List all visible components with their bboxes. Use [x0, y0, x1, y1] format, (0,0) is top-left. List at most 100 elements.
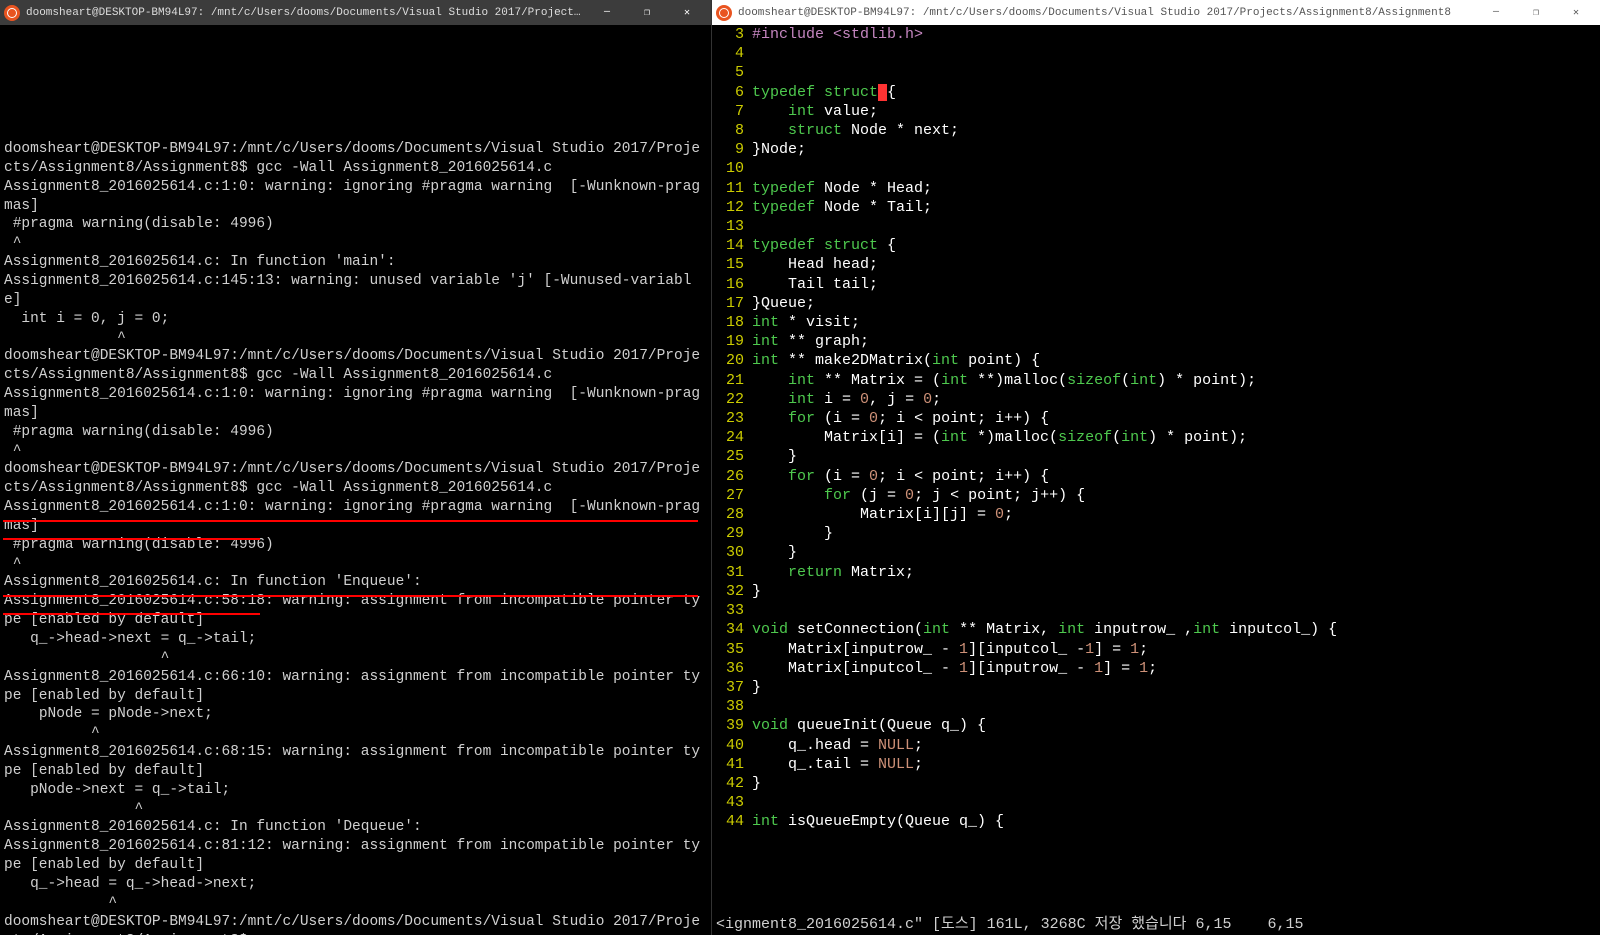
code-content	[752, 217, 1600, 236]
maximize-button[interactable]: ❐	[627, 0, 667, 25]
line-number: 11	[712, 179, 752, 198]
code-line: 26 for (i = 0; i < point; i++) {	[712, 467, 1600, 486]
terminal-line: int i = 0, j = 0;	[4, 310, 707, 329]
terminal-window-left: doomsheart@DESKTOP-BM94L97: /mnt/c/Users…	[0, 0, 712, 935]
line-number: 38	[712, 697, 752, 716]
line-number: 21	[712, 371, 752, 390]
terminal-line: Assignment8_2016025614.c:81:12: warning:…	[4, 837, 707, 875]
code-content: Matrix[inputrow_ - 1][inputcol_ -1] = 1;	[752, 640, 1600, 659]
code-content: typedef struct{	[752, 83, 1600, 102]
code-content: for (j = 0; j < point; j++) {	[752, 486, 1600, 505]
code-content: void setConnection(int ** Matrix, int in…	[752, 620, 1600, 639]
code-content: int isQueueEmpty(Queue q_) {	[752, 812, 1600, 831]
terminal-line: Assignment8_2016025614.c:145:13: warning…	[4, 272, 707, 310]
terminal-line: ^	[4, 800, 707, 819]
terminal-output[interactable]: doomsheart@DESKTOP-BM94L97:/mnt/c/Users/…	[0, 25, 711, 935]
code-line: 5	[712, 63, 1600, 82]
annotation-underline	[3, 613, 260, 615]
vim-statusbar: <ignment8_2016025614.c" [도스] 161L, 3268C…	[712, 914, 1600, 935]
line-number: 22	[712, 390, 752, 409]
maximize-button[interactable]: ❐	[1516, 0, 1556, 25]
line-number: 13	[712, 217, 752, 236]
code-line: 7 int value;	[712, 102, 1600, 121]
line-number: 44	[712, 812, 752, 831]
code-line: 40 q_.head = NULL;	[712, 736, 1600, 755]
code-line: 30 }	[712, 543, 1600, 562]
code-content: }Node;	[752, 140, 1600, 159]
code-content: for (i = 0; i < point; i++) {	[752, 467, 1600, 486]
close-button[interactable]: ✕	[667, 0, 707, 25]
code-line: 21 int ** Matrix = (int **)malloc(sizeof…	[712, 371, 1600, 390]
code-content: #include <stdlib.h>	[752, 25, 1600, 44]
line-number: 32	[712, 582, 752, 601]
line-number: 33	[712, 601, 752, 620]
terminal-line: ^	[4, 894, 707, 913]
annotation-underline	[3, 520, 698, 522]
line-number: 30	[712, 543, 752, 562]
code-line: 15 Head head;	[712, 255, 1600, 274]
code-line: 42}	[712, 774, 1600, 793]
line-number: 4	[712, 44, 752, 63]
line-number: 8	[712, 121, 752, 140]
terminal-line: doomsheart@DESKTOP-BM94L97:/mnt/c/Users/…	[4, 140, 707, 178]
line-number: 25	[712, 447, 752, 466]
terminal-line: Assignment8_2016025614.c: In function 'm…	[4, 253, 707, 272]
terminal-line: doomsheart@DESKTOP-BM94L97:/mnt/c/Users/…	[4, 347, 707, 385]
terminal-line: pNode = pNode->next;	[4, 705, 707, 724]
window-controls-right: — ❐ ✕	[1476, 0, 1596, 25]
code-content: }Queue;	[752, 294, 1600, 313]
code-content	[752, 601, 1600, 620]
code-line: 11typedef Node * Head;	[712, 179, 1600, 198]
title-text-left: doomsheart@DESKTOP-BM94L97: /mnt/c/Users…	[26, 7, 587, 19]
code-content: q_.tail = NULL;	[752, 755, 1600, 774]
code-content: return Matrix;	[752, 563, 1600, 582]
line-number: 41	[712, 755, 752, 774]
line-number: 39	[712, 716, 752, 735]
line-number: 31	[712, 563, 752, 582]
code-line: 12typedef Node * Tail;	[712, 198, 1600, 217]
code-line: 14typedef struct {	[712, 236, 1600, 255]
close-button[interactable]: ✕	[1556, 0, 1596, 25]
line-number: 7	[712, 102, 752, 121]
line-number: 26	[712, 467, 752, 486]
code-content: int value;	[752, 102, 1600, 121]
code-content	[752, 697, 1600, 716]
code-line: 6typedef struct{	[712, 83, 1600, 102]
line-number: 9	[712, 140, 752, 159]
code-editor[interactable]: 3#include <stdlib.h>456typedef struct{7 …	[712, 25, 1600, 935]
line-number: 18	[712, 313, 752, 332]
line-number: 43	[712, 793, 752, 812]
code-line: 34void setConnection(int ** Matrix, int …	[712, 620, 1600, 639]
code-line: 23 for (i = 0; i < point; i++) {	[712, 409, 1600, 428]
minimize-button[interactable]: —	[1476, 0, 1516, 25]
line-number: 36	[712, 659, 752, 678]
terminal-line: doomsheart@DESKTOP-BM94L97:/mnt/c/Users/…	[4, 460, 707, 498]
code-content: Matrix[i][j] = 0;	[752, 505, 1600, 524]
editor-window-right: doomsheart@DESKTOP-BM94L97: /mnt/c/Users…	[712, 0, 1600, 935]
code-line: 3#include <stdlib.h>	[712, 25, 1600, 44]
line-number: 23	[712, 409, 752, 428]
titlebar-left[interactable]: doomsheart@DESKTOP-BM94L97: /mnt/c/Users…	[0, 0, 711, 25]
code-content: }	[752, 524, 1600, 543]
code-line: 39void queueInit(Queue q_) {	[712, 716, 1600, 735]
minimize-button[interactable]: —	[587, 0, 627, 25]
terminal-line: Assignment8_2016025614.c: In function 'E…	[4, 573, 707, 592]
line-number: 5	[712, 63, 752, 82]
code-content: q_.head = NULL;	[752, 736, 1600, 755]
terminal-line: ^	[4, 555, 707, 574]
terminal-line: ^	[4, 442, 707, 461]
code-content: void queueInit(Queue q_) {	[752, 716, 1600, 735]
code-content: for (i = 0; i < point; i++) {	[752, 409, 1600, 428]
code-content: typedef Node * Head;	[752, 179, 1600, 198]
terminal-line: Assignment8_2016025614.c:1:0: warning: i…	[4, 385, 707, 423]
code-line: 20int ** make2DMatrix(int point) {	[712, 351, 1600, 370]
line-number: 24	[712, 428, 752, 447]
terminal-line: Assignment8_2016025614.c:66:10: warning:…	[4, 668, 707, 706]
code-line: 24 Matrix[i] = (int *)malloc(sizeof(int)…	[712, 428, 1600, 447]
code-content: typedef struct {	[752, 236, 1600, 255]
line-number: 35	[712, 640, 752, 659]
titlebar-right[interactable]: doomsheart@DESKTOP-BM94L97: /mnt/c/Users…	[712, 0, 1600, 25]
terminal-line: q_->head->next = q_->tail;	[4, 630, 707, 649]
terminal-line: Assignment8_2016025614.c:58:18: warning:…	[4, 592, 707, 630]
code-line: 18int * visit;	[712, 313, 1600, 332]
